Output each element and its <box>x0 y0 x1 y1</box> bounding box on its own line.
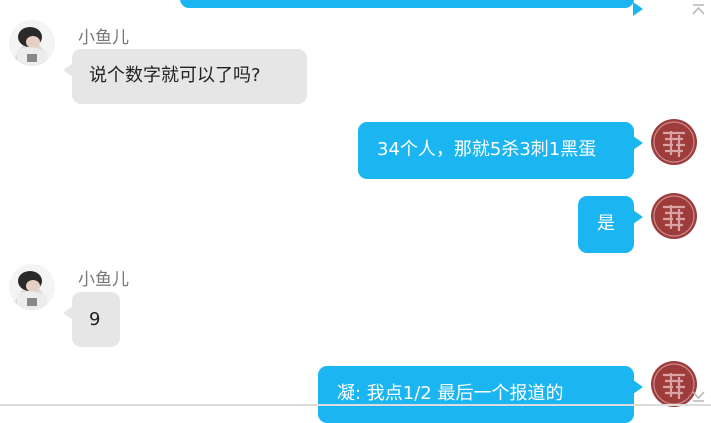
message-bubble[interactable]: 凝: 我点1/2 最后一个报道的 <box>318 366 643 423</box>
my-avatar[interactable] <box>651 119 697 165</box>
message-bubble[interactable]: 34个人，那就5杀3刺1黑蛋 <box>358 122 643 179</box>
message-bubble[interactable]: 是 <box>578 196 643 253</box>
sender-name: 小鱼儿 <box>78 28 129 48</box>
contact-avatar[interactable] <box>9 20 55 66</box>
scroll-down-icon[interactable] <box>692 390 705 405</box>
contact-avatar[interactable] <box>9 264 55 310</box>
sender-name: 小鱼儿 <box>78 270 129 290</box>
my-avatar[interactable] <box>651 361 697 407</box>
message-bubble[interactable]: 9 <box>63 292 120 347</box>
message-bubble[interactable]: 说个数字就可以了吗? <box>63 49 307 104</box>
message-bubble-partial <box>180 0 643 16</box>
chat-window[interactable]: 小鱼儿 说个数字就可以了吗? 34个人，那就5杀3刺1黑蛋 是 小鱼儿 9 凝: <box>0 0 711 423</box>
scroll-up-icon[interactable] <box>692 4 705 19</box>
my-avatar[interactable] <box>651 193 697 239</box>
